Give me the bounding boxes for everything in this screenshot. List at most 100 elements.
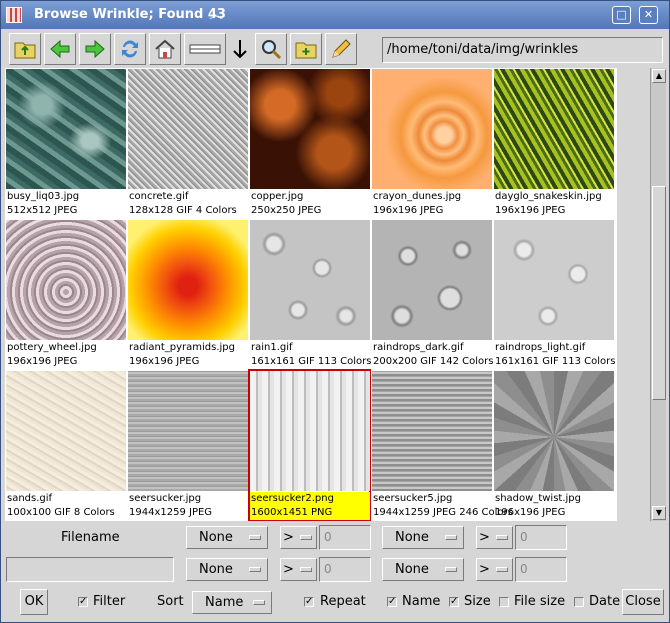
filter3-value-input[interactable]: 0: [319, 557, 371, 582]
filename-input[interactable]: [6, 557, 174, 582]
thumbnail-item[interactable]: raindrops_dark.gif 200x200 GIF 142 Colors: [371, 219, 494, 369]
thumbnail-image[interactable]: [494, 220, 614, 340]
thumbnail-item[interactable]: busy_liq03.jpg 512x512 JPEG: [5, 68, 126, 218]
filesize-label: File size: [514, 594, 566, 609]
browse-window: Browse Wrinkle; Found 43 ෴ □ ✕ /home/ton…: [0, 0, 670, 623]
thumbnail-image[interactable]: [494, 371, 614, 491]
filter4-field-select[interactable]: None: [382, 558, 464, 581]
filter3-field-value: None: [199, 562, 233, 577]
new-folder-button[interactable]: [290, 33, 322, 65]
thumbnail-filename: sands.gif: [7, 493, 53, 504]
thumbnail-image[interactable]: [250, 69, 370, 189]
thumbnail-filename: shadow_twist.jpg: [495, 493, 581, 504]
close-button[interactable]: Close: [622, 589, 664, 615]
thumbnail-image[interactable]: [372, 371, 492, 491]
back-button[interactable]: [44, 33, 76, 65]
date-checkbox[interactable]: [574, 597, 584, 607]
thumbnail-image[interactable]: [6, 371, 126, 491]
filter2-op-select[interactable]: >: [476, 526, 513, 549]
filter3-op-select[interactable]: >: [280, 558, 317, 581]
thumbnail-info: 196x196 JPEG: [7, 356, 78, 367]
filter-checkbox[interactable]: ✓: [78, 597, 88, 607]
thumbnail-item[interactable]: seersucker5.jpg 1944x1259 JPEG 246 Colors: [371, 370, 513, 520]
scroll-up-icon[interactable]: ▲: [652, 69, 666, 83]
layout-toggle-button[interactable]: [184, 33, 226, 65]
name-checkbox[interactable]: ✓: [387, 597, 397, 607]
refresh-button[interactable]: [114, 33, 146, 65]
thumbnail-image[interactable]: [372, 69, 492, 189]
thumbnail-filename: radiant_pyramids.jpg: [129, 342, 235, 353]
filter3-op-value: >: [283, 562, 294, 577]
filesize-checkbox[interactable]: [499, 597, 509, 607]
filter4-op-value: >: [479, 562, 490, 577]
thumbnail-item[interactable]: seersucker2.png 1600x1451 PNG: [248, 369, 371, 521]
filter1-op-select[interactable]: >: [280, 526, 317, 549]
filter4-value-input[interactable]: 0: [515, 557, 567, 582]
thumbnail-item[interactable]: dayglo_snakeskin.jpg 196x196 JPEG: [493, 68, 614, 218]
repeat-checkbox[interactable]: ✓: [304, 597, 314, 607]
thumbnail-image[interactable]: [128, 69, 248, 189]
date-label: Date: [589, 594, 621, 609]
filter4-op-select[interactable]: >: [476, 558, 513, 581]
search-button[interactable]: [255, 33, 287, 65]
filename-label: Filename: [61, 530, 120, 545]
filter2-value-input[interactable]: 0: [515, 525, 567, 550]
thumbnail-item[interactable]: seersucker.jpg 1944x1259 JPEG: [127, 370, 248, 520]
filter3-field-select[interactable]: None: [186, 558, 268, 581]
thumbnail-image[interactable]: [494, 69, 614, 189]
thumbnail-item[interactable]: copper.jpg 250x250 JPEG: [249, 68, 370, 218]
filter3-value: 0: [324, 562, 332, 576]
sort-value: Name: [205, 595, 244, 610]
thumbnail-item[interactable]: raindrops_light.gif 161x161 GIF 113 Color…: [493, 219, 616, 369]
thumbnail-filename: pottery_wheel.jpg: [7, 342, 97, 353]
repeat-label: Repeat: [320, 594, 366, 609]
thumbnail-item[interactable]: concrete.gif 128x128 GIF 4 Colors: [127, 68, 248, 218]
thumbnail-item[interactable]: shadow_twist.jpg 196x196 JPEG: [493, 370, 614, 520]
thumbnail-image[interactable]: [250, 371, 370, 491]
thumbnail-image[interactable]: [6, 220, 126, 340]
sort-label: Sort: [157, 594, 184, 609]
name-label: Name: [402, 594, 441, 609]
thumbnail-item[interactable]: sands.gif 100x100 GIF 8 Colors: [5, 370, 126, 520]
thumbnail-info: 1944x1259 JPEG 246 Colors: [373, 507, 513, 518]
path-field[interactable]: /home/toni/data/img/wrinkles: [382, 37, 663, 63]
thumbnail-filename: rain1.gif: [251, 342, 293, 353]
filter2-field-select[interactable]: None: [382, 526, 464, 549]
thumbnail-info: 250x250 JPEG: [251, 205, 322, 216]
scroll-thumb[interactable]: [652, 186, 666, 400]
size-checkbox[interactable]: ✓: [449, 597, 459, 607]
down-arrow-icon: [233, 40, 247, 59]
close-window-button[interactable]: ✕: [639, 6, 658, 24]
thumbnail-image[interactable]: [6, 69, 126, 189]
filter1-value-input[interactable]: 0: [319, 525, 371, 550]
thumbnail-info: 128x128 GIF 4 Colors: [129, 205, 237, 216]
ok-button[interactable]: OK: [20, 589, 48, 615]
folder-up-button[interactable]: [9, 33, 41, 65]
thumbnail-image[interactable]: [372, 220, 492, 340]
thumbnail-image[interactable]: [128, 220, 248, 340]
thumbnail-item[interactable]: rain1.gif 161x161 GIF 113 Colors: [249, 219, 371, 369]
scroll-down-icon[interactable]: ▼: [652, 506, 666, 520]
thumbnail-item[interactable]: radiant_pyramids.jpg 196x196 JPEG: [127, 219, 248, 369]
thumbnail-item[interactable]: crayon_dunes.jpg 196x196 JPEG: [371, 68, 492, 218]
home-button[interactable]: [149, 33, 181, 65]
thumbnail-item[interactable]: pottery_wheel.jpg 196x196 JPEG: [5, 219, 126, 369]
thumbnail-info: 161x161 GIF 113 Colors: [495, 356, 616, 367]
thumbnail-filename: raindrops_dark.gif: [373, 342, 464, 353]
forward-button[interactable]: [79, 33, 111, 65]
thumbnail-filename: raindrops_light.gif: [495, 342, 586, 353]
thumbnail-info: 200x200 GIF 142 Colors: [373, 356, 494, 367]
edit-button[interactable]: [325, 33, 357, 65]
filter1-value: 0: [324, 530, 332, 544]
thumbnail-image[interactable]: [250, 220, 370, 340]
maximize-button[interactable]: □: [612, 6, 631, 24]
filter1-field-select[interactable]: None: [186, 526, 268, 549]
title-bar[interactable]: Browse Wrinkle; Found 43 ෴ □ ✕: [1, 1, 669, 29]
thumbnail-info: 196x196 JPEG: [373, 205, 444, 216]
thumbnail-image[interactable]: [128, 371, 248, 491]
vertical-scrollbar[interactable]: ▲ ▼: [650, 68, 666, 521]
sort-direction-button[interactable]: [228, 33, 252, 65]
sort-select[interactable]: Name: [192, 591, 272, 614]
search-icon: [262, 40, 282, 60]
filter2-field-value: None: [395, 530, 429, 545]
